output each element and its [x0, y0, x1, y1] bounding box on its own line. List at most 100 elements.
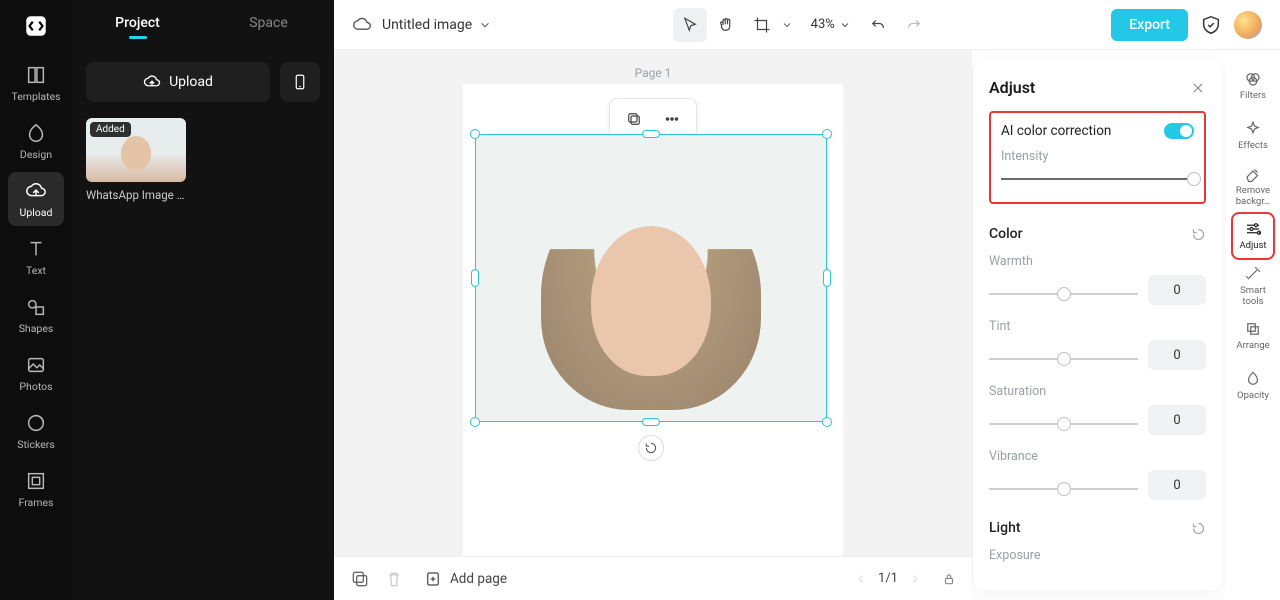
topbar: Untitled image 43% Export [334, 0, 1280, 50]
cloud-icon[interactable] [352, 15, 372, 35]
hand-tool[interactable] [709, 8, 743, 42]
add-page-button[interactable]: Add page [424, 570, 507, 588]
layers-icon[interactable] [350, 569, 370, 589]
tint-value[interactable]: 0 [1148, 340, 1206, 370]
rrail-arrange[interactable]: Arrange [1231, 312, 1275, 360]
more-icon [663, 110, 681, 128]
reset-icon[interactable] [1191, 521, 1206, 536]
vibrance-slider[interactable] [989, 482, 1138, 496]
lock-icon[interactable] [942, 572, 956, 586]
add-page-label: Add page [450, 571, 507, 587]
canvas[interactable]: Page 1 [334, 50, 972, 600]
rrail-remove-bg[interactable]: Remove backgr… [1231, 162, 1275, 210]
resize-handle[interactable] [642, 418, 660, 426]
selected-image[interactable] [475, 134, 827, 422]
saturation-value[interactable]: 0 [1148, 405, 1206, 435]
undo-button[interactable] [861, 8, 895, 42]
ai-color-correction-box: AI color correction Intensity [989, 111, 1206, 204]
rail-shapes[interactable]: Shapes [8, 288, 64, 342]
app-logo[interactable] [20, 10, 52, 42]
rotate-handle[interactable] [638, 435, 664, 461]
intensity-slider[interactable] [1001, 172, 1194, 186]
resize-handle[interactable] [823, 269, 831, 287]
upload-button[interactable]: Upload [86, 62, 270, 102]
side-panel: Project Space Upload Added WhatsApp Imag… [72, 0, 334, 600]
chevron-down-icon[interactable] [781, 19, 793, 31]
zoom-dropdown[interactable]: 43% [811, 17, 851, 32]
saturation-slider[interactable] [989, 417, 1138, 431]
design-icon [25, 122, 47, 144]
more-button[interactable] [658, 105, 686, 133]
crop-icon [753, 16, 771, 34]
close-icon[interactable] [1190, 80, 1206, 96]
photos-icon [25, 354, 47, 376]
select-tool[interactable] [673, 8, 707, 42]
crop-tool[interactable] [745, 8, 779, 42]
control-label: Vibrance [989, 449, 1206, 464]
arrange-icon [1244, 320, 1262, 338]
shield-icon[interactable] [1200, 14, 1222, 36]
resize-handle[interactable] [822, 129, 832, 139]
resize-handle[interactable] [822, 417, 832, 427]
asset-thumbnail[interactable]: Added WhatsApp Image 20… [86, 118, 186, 202]
vibrance-value[interactable]: 0 [1148, 470, 1206, 500]
redo-icon [905, 16, 923, 34]
control-label: Warmth [989, 254, 1206, 269]
resize-handle[interactable] [471, 269, 479, 287]
opacity-icon [1244, 370, 1262, 388]
resize-handle[interactable] [470, 417, 480, 427]
rrail-effects[interactable]: Effects [1231, 112, 1275, 160]
rail-frames[interactable]: Frames [8, 462, 64, 516]
copy-icon [625, 110, 643, 128]
hand-icon [717, 16, 735, 34]
next-page-icon [908, 572, 922, 586]
prev-page-icon [854, 572, 868, 586]
color-section-title: Color [989, 226, 1023, 242]
add-page-icon [424, 570, 442, 588]
rail-text[interactable]: Text [8, 230, 64, 284]
shapes-icon [25, 296, 47, 318]
control-label: Saturation [989, 384, 1206, 399]
resize-handle[interactable] [470, 129, 480, 139]
ai-toggle[interactable] [1164, 123, 1194, 139]
export-button[interactable]: Export [1111, 9, 1188, 41]
tab-space[interactable]: Space [203, 15, 334, 31]
redo-button[interactable] [897, 8, 931, 42]
rail-label: Design [20, 148, 52, 161]
rail-upload[interactable]: Upload [8, 172, 64, 226]
erase-icon [1244, 165, 1262, 183]
mobile-upload-button[interactable] [280, 62, 320, 102]
rail-templates[interactable]: Templates [8, 56, 64, 110]
main-area: Untitled image 43% Export [334, 0, 1280, 600]
upload-icon [25, 180, 47, 202]
rrail-opacity[interactable]: Opacity [1231, 362, 1275, 410]
rrail-smart-tools[interactable]: Smart tools [1231, 262, 1275, 310]
cloud-upload-icon [143, 73, 161, 91]
document-title[interactable]: Untitled image [382, 17, 492, 33]
tint-slider[interactable] [989, 352, 1138, 366]
page-indicator: 1/1 [878, 571, 898, 586]
rrail-filters[interactable]: Filters [1231, 62, 1275, 110]
upload-label: Upload [169, 74, 213, 90]
tab-project[interactable]: Project [72, 15, 203, 31]
warmth-value[interactable]: 0 [1148, 275, 1206, 305]
warmth-slider[interactable] [989, 287, 1138, 301]
copy-button[interactable] [620, 105, 648, 133]
rail-design[interactable]: Design [8, 114, 64, 168]
rotate-icon [644, 441, 658, 455]
rail-label: Upload [20, 206, 53, 219]
rrail-adjust[interactable]: Adjust [1231, 212, 1275, 260]
rail-stickers[interactable]: Stickers [8, 404, 64, 458]
rail-label: Photos [19, 380, 52, 393]
side-tabs: Project Space [72, 0, 334, 46]
phone-icon [291, 73, 309, 91]
rail-label: Frames [19, 496, 54, 509]
user-avatar[interactable] [1234, 11, 1262, 39]
filters-icon [1244, 70, 1262, 88]
intensity-label: Intensity [1001, 149, 1194, 164]
frames-icon [25, 470, 47, 492]
reset-icon[interactable] [1191, 227, 1206, 242]
page[interactable] [463, 84, 843, 564]
resize-handle[interactable] [642, 130, 660, 138]
rail-photos[interactable]: Photos [8, 346, 64, 400]
